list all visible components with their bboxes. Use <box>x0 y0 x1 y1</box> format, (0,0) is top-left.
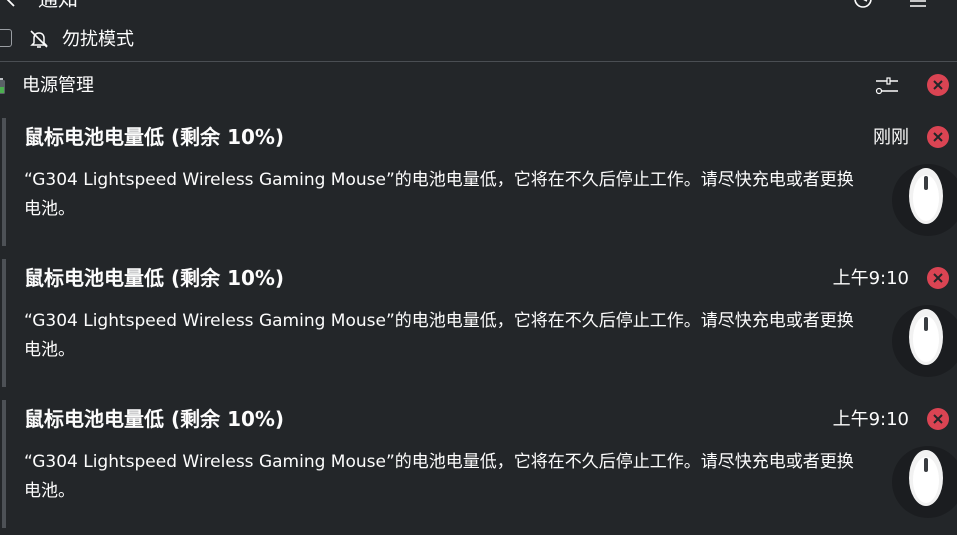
dnd-checkbox[interactable] <box>0 29 12 47</box>
separator <box>0 61 957 62</box>
hamburger-menu-icon[interactable] <box>906 0 928 10</box>
group-title: 电源管理 <box>22 75 94 96</box>
notifications-panel: 通知 勿扰模式 电源管理 <box>0 0 957 535</box>
notification-accent-bar <box>2 118 6 246</box>
mouse-icon <box>890 162 957 238</box>
history-icon[interactable] <box>852 0 874 10</box>
close-notification-button[interactable] <box>926 125 950 149</box>
settings-sliders-icon[interactable] <box>872 74 902 98</box>
notification-accent-bar <box>2 400 6 528</box>
notification-body: “G304 Lightspeed Wireless Gaming Mouse”的… <box>24 170 854 219</box>
notification-title: 鼠标电池电量低 (剩余 10%) <box>24 266 285 290</box>
panel-title: 通知 <box>38 0 78 12</box>
mouse-icon <box>890 444 957 520</box>
notification-item[interactable]: 鼠标电池电量低 (剩余 10%) 上午9:10 “G304 Lightspeed… <box>0 259 957 389</box>
close-group-button[interactable] <box>926 73 950 97</box>
dnd-label: 勿扰模式 <box>62 29 134 50</box>
back-arrow-icon[interactable] <box>2 0 20 8</box>
panel-header: 通知 <box>0 0 957 14</box>
notification-time: 刚刚 <box>873 127 909 148</box>
notification-time: 上午9:10 <box>832 268 909 289</box>
notification-item[interactable]: 鼠标电池电量低 (剩余 10%) 刚刚 “G304 Lightspeed Wir… <box>0 118 957 248</box>
notification-accent-bar <box>2 259 6 387</box>
group-header-power-management: 电源管理 <box>0 70 957 102</box>
do-not-disturb-row[interactable]: 勿扰模式 <box>0 24 400 56</box>
notification-title: 鼠标电池电量低 (剩余 10%) <box>24 407 285 431</box>
notification-time: 上午9:10 <box>832 409 909 430</box>
notification-item[interactable]: 鼠标电池电量低 (剩余 10%) 上午9:10 “G304 Lightspeed… <box>0 400 957 530</box>
mouse-icon <box>890 303 957 379</box>
bell-off-icon <box>28 28 50 50</box>
battery-icon <box>0 78 6 94</box>
close-notification-button[interactable] <box>926 407 950 431</box>
notification-title: 鼠标电池电量低 (剩余 10%) <box>24 125 285 149</box>
close-notification-button[interactable] <box>926 266 950 290</box>
notification-body: “G304 Lightspeed Wireless Gaming Mouse”的… <box>24 452 854 501</box>
notification-body: “G304 Lightspeed Wireless Gaming Mouse”的… <box>24 311 854 360</box>
